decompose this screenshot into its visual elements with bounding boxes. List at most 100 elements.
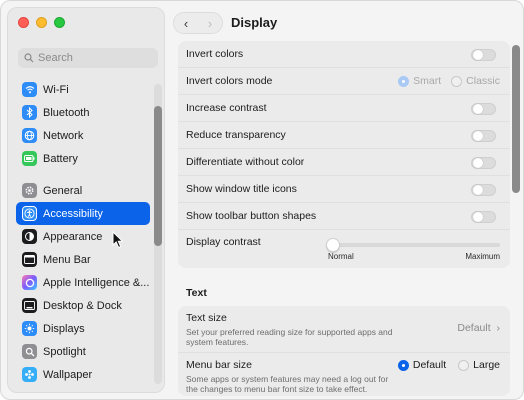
sidebar-item-accessibility[interactable]: Accessibility [16,202,150,225]
sidebar-item-label: Accessibility [43,207,103,220]
radio-button [397,359,409,371]
sidebar-scrollbar-thumb[interactable] [154,106,162,246]
setting-row-display-contrast: Display contrast Normal Maximum [178,230,510,268]
setting-row-show-toolbar-button-shapes: Show toolbar button shapes [178,203,510,230]
show-window-title-icons-toggle[interactable] [471,184,496,196]
gear-icon [22,183,37,198]
radio-large[interactable]: Large [458,359,500,371]
main-scrollbar-thumb[interactable] [512,45,520,193]
sidebar-list: Wi‑Fi Bluetooth Network Battery General … [16,78,150,386]
setting-label: Text size [186,312,227,324]
bluetooth-icon [22,105,37,120]
chevron-right-icon: › [493,322,500,334]
sidebar-item-label: Appearance [43,230,103,243]
setting-row-increase-contrast: Increase contrast [178,95,510,122]
radio-default[interactable]: Default [397,359,447,371]
window-controls [18,17,65,28]
radio-label: Classic [466,75,500,87]
main-pane: ‹ › Display Invert colors Invert colors … [165,1,523,399]
battery-icon [22,151,37,166]
sidebar: Search Wi‑Fi Bluetooth Network Battery G… [7,7,165,393]
sidebar-item-label: Displays [43,322,85,335]
toolbar: ‹ › Display [165,1,523,41]
sidebar-item-wifi[interactable]: Wi‑Fi [16,78,150,101]
setting-label: Invert colors mode [186,75,273,87]
radio-button [398,75,410,87]
sidebar-item-general[interactable]: General [16,179,150,202]
appearance-icon [22,229,37,244]
sidebar-item-label: Wallpaper [43,368,93,381]
show-toolbar-button-shapes-toggle[interactable] [471,211,496,223]
reduce-transparency-toggle[interactable] [471,130,496,142]
sidebar-item-network[interactable]: Network [16,124,150,147]
increase-contrast-toggle[interactable] [471,103,496,115]
invert-colors-toggle[interactable] [471,49,496,61]
desktop-dock-icon [22,298,37,313]
sidebar-item-menu-bar[interactable]: Menu Bar [16,248,150,271]
mouse-pointer-icon [112,231,124,249]
search-placeholder: Search [38,52,73,64]
radio-smart[interactable]: Smart [398,75,441,87]
setting-row-invert-colors-mode: Invert colors mode Smart Classic [178,68,510,95]
spotlight-icon [22,344,37,359]
sidebar-item-label: Desktop & Dock [43,299,122,312]
invert-mode-radio-group: Smart Classic [398,75,500,87]
sidebar-item-label: Battery [43,152,78,165]
minimize-button[interactable] [36,17,47,28]
wallpaper-icon [22,367,37,382]
slider-min-label: Normal [328,252,354,261]
wifi-icon [22,82,37,97]
sidebar-item-displays[interactable]: Displays [16,317,150,340]
differentiate-without-color-toggle[interactable] [471,157,496,169]
setting-row-menu-bar-size: Menu bar size Some apps or system featur… [178,353,510,399]
sidebar-item-appearance[interactable]: Appearance [16,225,150,248]
text-size-value[interactable]: Default › [457,322,500,334]
sidebar-item-wallpaper[interactable]: Wallpaper [16,363,150,386]
forward-chevron-icon[interactable]: › [208,16,212,31]
setting-label: Increase contrast [186,102,267,114]
display-settings-panel: Invert colors Invert colors mode Smart C… [178,41,510,268]
sidebar-item-spotlight[interactable]: Spotlight [16,340,150,363]
setting-label: Show toolbar button shapes [186,210,317,222]
sidebar-item-apple-intelligence[interactable]: Apple Intelligence &... [16,271,150,294]
slider-labels: Normal Maximum [328,252,500,261]
slider-knob[interactable] [326,238,340,252]
setting-row-text-size[interactable]: Text size Set your preferred reading siz… [178,306,510,353]
setting-row-reduce-transparency: Reduce transparency [178,122,510,149]
setting-label: Differentiate without color [186,156,305,168]
section-heading-text: Text [186,287,207,299]
display-contrast-slider[interactable]: Normal Maximum [326,238,500,261]
radio-label: Default [412,359,447,371]
sidebar-item-label: Bluetooth [43,106,90,119]
back-chevron-icon[interactable]: ‹ [184,16,188,31]
sidebar-item-label: General [43,184,83,197]
setting-row-differentiate-without-color: Differentiate without color [178,149,510,176]
setting-row-invert-colors: Invert colors [178,41,510,68]
accessibility-icon [22,206,37,221]
network-icon [22,128,37,143]
slider-track[interactable] [326,238,500,252]
main-scrollbar[interactable] [512,45,520,390]
zoom-button[interactable] [54,17,65,28]
setting-label: Reduce transparency [186,129,286,141]
setting-label: Show window title icons [186,183,297,195]
apple-intelligence-icon [22,275,37,290]
sidebar-item-desktop-dock[interactable]: Desktop & Dock [16,294,150,317]
sidebar-item-label: Network [43,129,84,142]
close-button[interactable] [18,17,29,28]
setting-row-show-window-title-icons: Show window title icons [178,176,510,203]
sidebar-item-bluetooth[interactable]: Bluetooth [16,101,150,124]
sidebar-item-label: Wi‑Fi [43,83,69,96]
sidebar-scrollbar[interactable] [154,84,162,384]
setting-label: Display contrast [186,236,261,248]
sidebar-item-battery[interactable]: Battery [16,147,150,170]
radio-label: Smart [413,75,442,87]
sidebar-item-label: Spotlight [43,345,86,358]
search-icon [24,53,34,63]
text-settings-panel: Text size Set your preferred reading siz… [178,306,510,396]
radio-button [458,359,470,371]
radio-classic[interactable]: Classic [451,75,500,87]
radio-button [451,75,463,87]
search-field[interactable]: Search [18,48,158,68]
